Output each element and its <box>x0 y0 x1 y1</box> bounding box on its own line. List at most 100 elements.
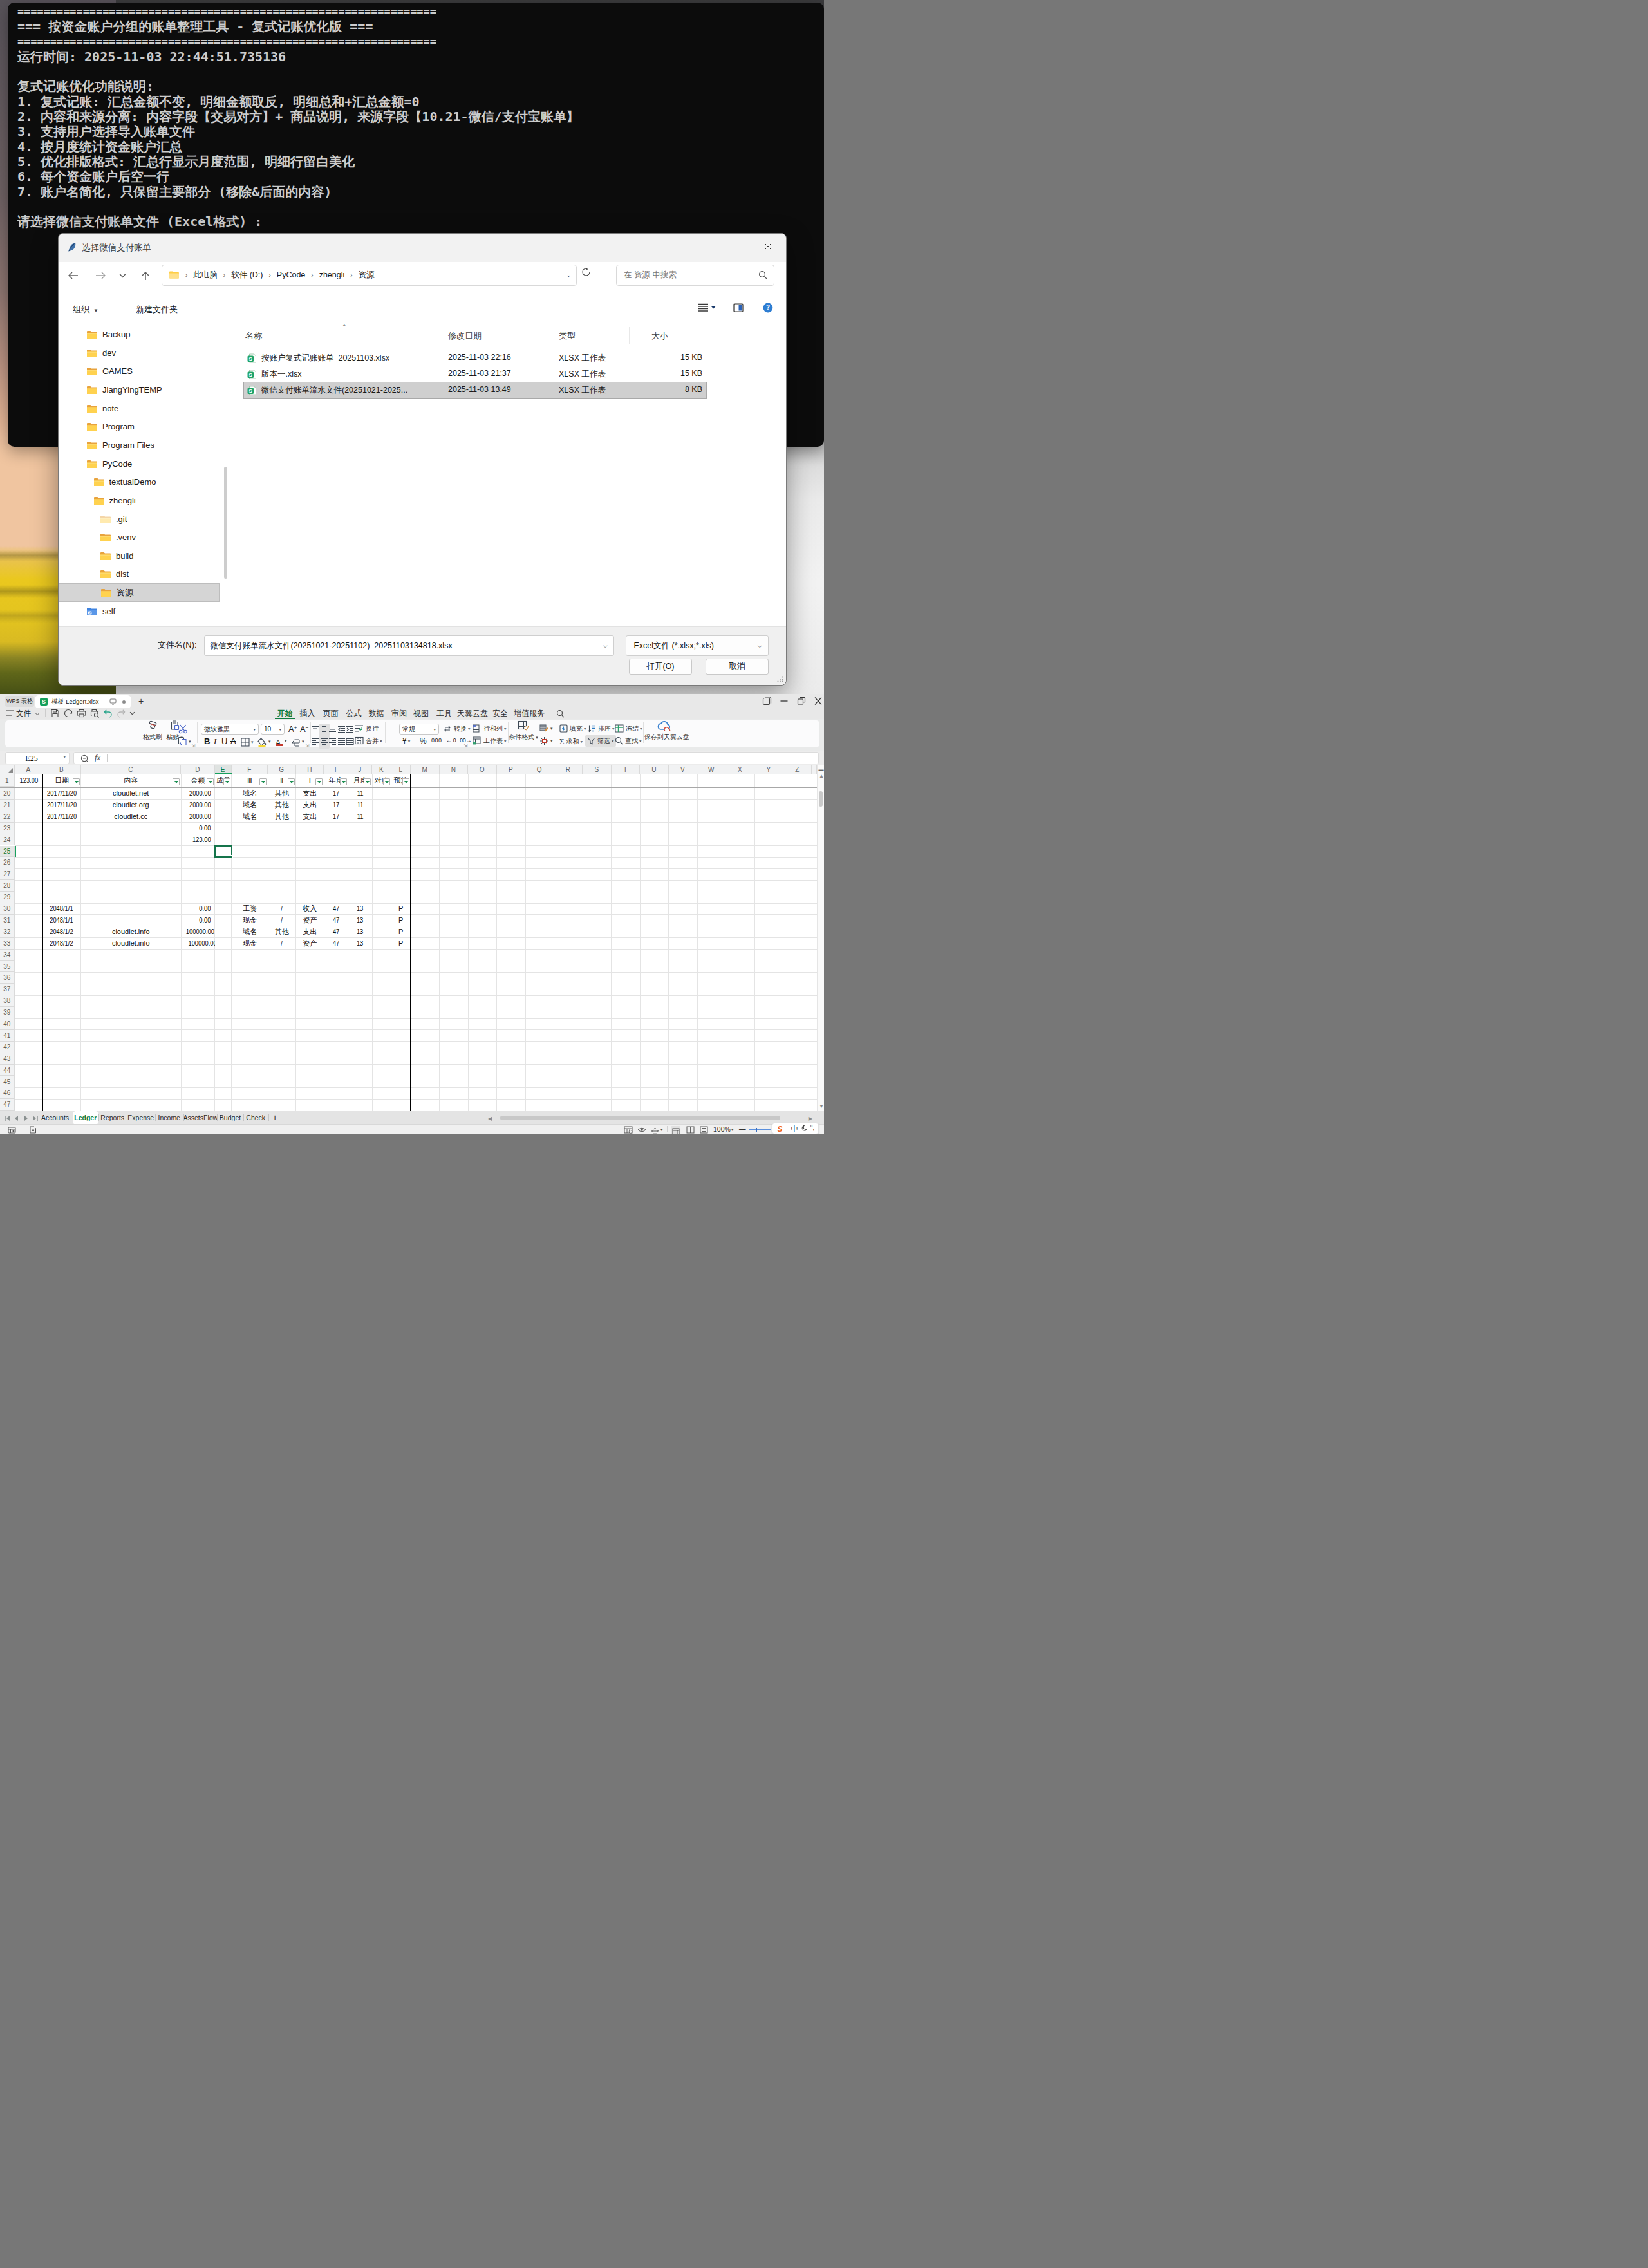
cell-C1[interactable]: 内容 <box>81 774 182 787</box>
filename-dropdown-icon[interactable]: ⌵ <box>603 642 608 650</box>
cancel-button[interactable]: 取消 <box>706 659 769 675</box>
fill-button[interactable]: 填充▾ <box>559 724 586 733</box>
tree-item-venv[interactable]: .venv <box>59 528 220 547</box>
sheet-tab-income[interactable]: Income <box>155 1111 183 1125</box>
cell-B31[interactable]: 2048/1/1 <box>42 915 80 926</box>
ribbon-tab-4[interactable]: 公式 <box>346 708 362 719</box>
row-header-1[interactable]: 1 <box>0 774 15 787</box>
zoom-slider[interactable] <box>749 1129 771 1130</box>
sheet-tab-expense[interactable]: Expense <box>127 1111 156 1125</box>
cell-F22[interactable]: 域名 <box>232 811 268 823</box>
tree-item-dev[interactable]: dev <box>59 344 220 362</box>
cell-I30[interactable]: 47 <box>324 903 348 915</box>
cell-D30[interactable]: 0.00 <box>181 903 215 915</box>
zoom-slider-knob[interactable] <box>756 1128 757 1132</box>
cell-H21[interactable]: 支出 <box>296 800 324 811</box>
cell-L31[interactable]: P <box>391 915 411 926</box>
cell-L30[interactable]: P <box>391 903 411 915</box>
filter-button[interactable]: 筛选▾ <box>585 735 616 747</box>
column-header-V[interactable]: V <box>669 765 698 774</box>
cell-D23[interactable]: 0.00 <box>181 823 215 834</box>
cell-J30[interactable]: 13 <box>348 903 373 915</box>
worksheet-button[interactable]: 工作表▾ <box>473 736 507 745</box>
dialog-close-icon[interactable] <box>755 237 781 258</box>
strikethrough-icon[interactable]: A <box>230 736 236 746</box>
cell-B33[interactable]: 2048/1/2 <box>42 938 80 950</box>
restore-icon[interactable] <box>796 697 807 706</box>
redo-icon[interactable] <box>117 709 126 718</box>
row-header-45[interactable]: 45 <box>0 1076 15 1088</box>
sheet-tab-reports[interactable]: Reports <box>98 1111 127 1125</box>
ribbon-tab-3[interactable]: 页面 <box>323 708 339 719</box>
cell-I32[interactable]: 47 <box>324 926 348 938</box>
tree-item-GAMES[interactable]: GAMES <box>59 362 220 381</box>
percent-icon[interactable]: % <box>420 736 427 745</box>
filetype-dropdown-icon[interactable]: ⌵ <box>758 642 762 650</box>
row-header-30[interactable]: 30 <box>0 903 15 915</box>
filename-combobox[interactable]: 微信支付账单流水文件(20251021-20251102)_2025110313… <box>204 635 614 656</box>
row-header-25[interactable]: 25 <box>0 846 15 858</box>
italic-icon[interactable]: I <box>214 736 216 747</box>
style-brush-icon[interactable]: ▾ <box>539 724 549 736</box>
cell-G20[interactable]: 其他 <box>268 788 296 800</box>
tree-item-git[interactable]: .git <box>59 510 220 529</box>
breadcrumb-this-pc[interactable]: 此电脑 <box>193 270 218 281</box>
minimize-icon[interactable] <box>779 697 789 706</box>
row-header-38[interactable]: 38 <box>0 995 15 1007</box>
file-menu[interactable]: 文件 <box>6 709 40 718</box>
macro-record-icon[interactable] <box>8 1126 16 1134</box>
cell-D22[interactable]: 2000.00 <box>181 811 215 823</box>
font-launcher-icon[interactable]: ⇲ <box>305 743 310 749</box>
forward-icon[interactable] <box>91 266 110 285</box>
cell-B32[interactable]: 2048/1/2 <box>42 926 80 938</box>
column-header-M[interactable]: M <box>411 765 440 774</box>
comma-style-icon[interactable]: 000 <box>431 737 442 744</box>
currency-icon[interactable]: ¥▾ <box>402 736 410 745</box>
filter-icon-D[interactable] <box>207 778 214 785</box>
tree-item-JiangYingTEMP[interactable]: JiangYingTEMP <box>59 380 220 399</box>
rows-columns-button[interactable]: 行和列▾ <box>473 724 507 733</box>
print-icon[interactable] <box>77 709 86 718</box>
cell-I31[interactable]: 47 <box>324 915 348 926</box>
column-header-O[interactable]: O <box>468 765 497 774</box>
tree-item-note[interactable]: note <box>59 399 220 418</box>
column-header-J[interactable]: J <box>348 765 373 774</box>
row-header-37[interactable]: 37 <box>0 984 15 995</box>
ribbon-tab-5[interactable]: 数据 <box>369 708 384 719</box>
decrease-font-icon[interactable]: A− <box>300 724 308 734</box>
tree-item-zhengli[interactable]: zhengli <box>59 491 220 510</box>
pan-mode-icon[interactable]: ▾ <box>651 1126 659 1134</box>
cell-G32[interactable]: 其他 <box>268 926 296 938</box>
first-sheet-icon[interactable] <box>5 1116 10 1121</box>
tree-item-dist[interactable]: dist <box>59 565 220 584</box>
column-header-N[interactable]: N <box>440 765 469 774</box>
cell-J32[interactable]: 13 <box>348 926 373 938</box>
cell-I22[interactable]: 17 <box>324 811 348 823</box>
add-sheet-button[interactable]: + <box>268 1111 282 1125</box>
zoom-formula-icon[interactable] <box>80 754 89 763</box>
cell-D21[interactable]: 2000.00 <box>181 800 215 811</box>
clipboard-launcher-icon[interactable]: ⇲ <box>191 743 196 749</box>
column-header-U[interactable]: U <box>640 765 669 774</box>
ribbon-tab-6[interactable]: 审阅 <box>391 708 407 719</box>
column-header-K[interactable]: K <box>372 765 391 774</box>
cell-C32[interactable]: cloudlet.info <box>81 926 182 938</box>
column-header-D[interactable]: D <box>181 765 215 774</box>
cell-L33[interactable]: P <box>391 938 411 950</box>
tree-item-Program[interactable]: Program <box>59 417 220 436</box>
tree-item-self[interactable]: self <box>59 602 220 621</box>
cell-H20[interactable]: 支出 <box>296 788 324 800</box>
cell-G31[interactable]: / <box>268 915 296 926</box>
filter-icon-E[interactable] <box>223 778 230 785</box>
column-header-C[interactable]: C <box>81 765 182 774</box>
cell-B22[interactable]: 2017/11/20 <box>42 811 80 823</box>
sheet-tab-assetsflow[interactable]: AssetsFlow <box>183 1111 218 1125</box>
row-header-28[interactable]: 28 <box>0 880 15 892</box>
breadcrumb-bar[interactable]: › 此电脑 › 软件 (D:) › PyCode › zhengli › 资源 … <box>162 265 577 286</box>
breadcrumb-dropdown-icon[interactable]: ⌄ <box>566 272 571 278</box>
find-button[interactable]: 查找▾ <box>615 736 642 745</box>
cell-I21[interactable]: 17 <box>324 800 348 811</box>
align-indent-inc-icon[interactable] <box>344 724 355 736</box>
row-header-29[interactable]: 29 <box>0 892 15 903</box>
hscroll-right-icon[interactable]: ▶ <box>809 1116 812 1121</box>
